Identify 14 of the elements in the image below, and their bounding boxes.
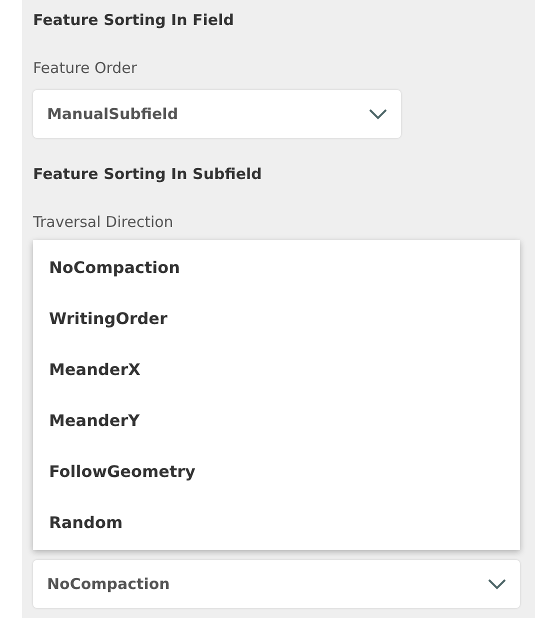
chevron-down-icon bbox=[488, 578, 506, 590]
dropdown-select[interactable]: ManualSubfield bbox=[33, 90, 401, 138]
section-heading: Feature Sorting In Subfield bbox=[33, 164, 262, 185]
menu-option[interactable]: FollowGeometry bbox=[33, 446, 520, 497]
field-label: Traversal Direction bbox=[33, 212, 174, 233]
menu-option[interactable]: WritingOrder bbox=[33, 293, 520, 344]
menu-option[interactable]: NoCompaction bbox=[33, 242, 520, 293]
menu-option[interactable]: MeanderX bbox=[33, 344, 520, 395]
menu-option[interactable]: Random bbox=[33, 497, 520, 548]
menu-option[interactable]: MeanderY bbox=[33, 395, 520, 446]
section-heading: Feature Sorting In Field bbox=[33, 10, 234, 31]
dropdown-select[interactable]: NoCompaction bbox=[33, 560, 520, 608]
field-label: Feature Order bbox=[33, 58, 138, 79]
chevron-down-icon bbox=[369, 108, 387, 120]
